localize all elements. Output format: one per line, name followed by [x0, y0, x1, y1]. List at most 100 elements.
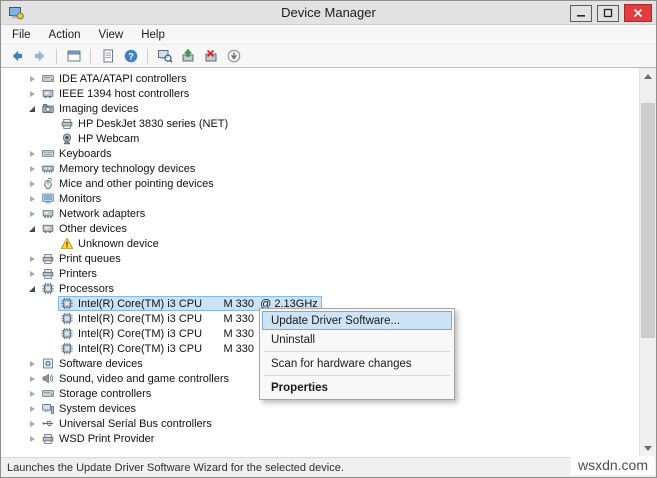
tree-item-imaging-devices[interactable]: Imaging devices [1, 101, 639, 116]
ide-controller-icon [41, 72, 55, 85]
tree-item-unknown-device[interactable]: Unknown device [1, 236, 639, 251]
back-arrow-icon [9, 48, 25, 64]
svg-text:?: ? [128, 51, 134, 61]
tree-item-label: HP DeskJet 3830 series (NET) [78, 118, 228, 130]
disable-button[interactable] [223, 46, 244, 66]
tree-item-universal-serial-bus-controllers[interactable]: Universal Serial Bus controllers [1, 416, 639, 431]
tree-item-label: Sound, video and game controllers [59, 373, 229, 385]
scan-hardware-button[interactable] [154, 46, 175, 66]
tree-item-label: Mice and other pointing devices [59, 178, 214, 190]
processor-icon [60, 327, 74, 340]
imaging-printer-icon [60, 117, 74, 130]
tree-item-content: Monitors [39, 191, 105, 206]
usb-controller-icon [41, 417, 55, 430]
expander-collapsed-icon[interactable] [25, 166, 39, 172]
tree-item-ieee-1394-host-controllers[interactable]: IEEE 1394 host controllers [1, 86, 639, 101]
menu-action[interactable]: Action [40, 27, 90, 43]
expander-collapsed-icon[interactable] [25, 271, 39, 277]
tree-item-system-devices[interactable]: System devices [1, 401, 639, 416]
tree-item-wsd-print-provider[interactable]: WSD Print Provider [1, 431, 639, 446]
tree-item-content: Universal Serial Bus controllers [39, 416, 216, 431]
tree-item-content: Keyboards [39, 146, 116, 161]
tree-item-content: Imaging devices [39, 101, 143, 116]
menu-file[interactable]: File [3, 27, 40, 43]
tree-item-content: Processors [39, 281, 118, 296]
menu-view[interactable]: View [90, 27, 133, 43]
uninstall-button[interactable] [200, 46, 221, 66]
scroll-down-button[interactable] [640, 440, 656, 457]
mouse-icon [41, 177, 55, 190]
expander-collapsed-icon[interactable] [25, 181, 39, 187]
expander-collapsed-icon[interactable] [25, 376, 39, 382]
tree-item-other-devices[interactable]: Other devices [1, 221, 639, 236]
tree-item-content: IDE ATA/ATAPI controllers [39, 71, 191, 86]
minimize-button[interactable] [570, 5, 592, 22]
update-driver-button[interactable] [177, 46, 198, 66]
memory-device-icon [41, 162, 55, 175]
tree-item-printers[interactable]: Printers [1, 266, 639, 281]
forward-button[interactable] [29, 46, 50, 66]
expander-collapsed-icon[interactable] [25, 436, 39, 442]
tree-item-content: WSD Print Provider [39, 431, 158, 446]
tree-item-keyboards[interactable]: Keyboards [1, 146, 639, 161]
expander-collapsed-icon[interactable] [25, 361, 39, 367]
maximize-button[interactable] [597, 5, 619, 22]
processor-icon [60, 342, 74, 355]
processor-icon [60, 312, 74, 325]
tree-item-memory-technology-devices[interactable]: Memory technology devices [1, 161, 639, 176]
expander-triangle [30, 211, 35, 217]
expander-expanded-icon[interactable] [25, 226, 39, 232]
close-button[interactable] [624, 4, 652, 22]
tree-item-hp-deskjet-3830-series-net[interactable]: HP DeskJet 3830 series (NET) [1, 116, 639, 131]
scrollbar-thumb[interactable] [641, 103, 655, 338]
scrollbar-track[interactable] [640, 85, 656, 440]
tree-item-content: Storage controllers [39, 386, 155, 401]
properties-button[interactable] [97, 46, 118, 66]
scroll-down-icon [644, 446, 652, 451]
status-bar: Launches the Update Driver Software Wiza… [1, 457, 656, 477]
context-menu-item-update-driver-software[interactable]: Update Driver Software... [262, 311, 452, 330]
expander-collapsed-icon[interactable] [25, 76, 39, 82]
other-devices-icon [41, 222, 55, 235]
tree-item-ide-ata-atapi-controllers[interactable]: IDE ATA/ATAPI controllers [1, 71, 639, 86]
expander-expanded-icon[interactable] [25, 106, 39, 112]
expander-collapsed-icon[interactable] [25, 421, 39, 427]
context-menu-item-properties[interactable]: Properties [262, 378, 452, 397]
titlebar[interactable]: Device Manager [1, 1, 656, 25]
tree-item-content: Mice and other pointing devices [39, 176, 218, 191]
tree-item-mice-and-other-pointing-devices[interactable]: Mice and other pointing devices [1, 176, 639, 191]
tree-item-hp-webcam[interactable]: HP Webcam [1, 131, 639, 146]
tree-item-network-adapters[interactable]: Network adapters [1, 206, 639, 221]
expander-triangle [30, 391, 35, 397]
expander-expanded-icon[interactable] [25, 286, 39, 292]
scroll-up-button[interactable] [640, 68, 656, 85]
tree-item-label: Processors [59, 283, 114, 295]
expander-triangle [30, 436, 35, 442]
console-tree-button[interactable] [63, 46, 84, 66]
tree-item-content: HP Webcam [58, 131, 143, 146]
expander-collapsed-icon[interactable] [25, 196, 39, 202]
back-button[interactable] [6, 46, 27, 66]
expander-collapsed-icon[interactable] [25, 91, 39, 97]
tree-item-monitors[interactable]: Monitors [1, 191, 639, 206]
expander-collapsed-icon[interactable] [25, 256, 39, 262]
scan-hardware-icon [157, 48, 173, 64]
expander-triangle [30, 361, 35, 367]
expander-triangle [29, 226, 35, 232]
monitor-icon [41, 192, 55, 205]
menu-help[interactable]: Help [132, 27, 174, 43]
expander-collapsed-icon[interactable] [25, 211, 39, 217]
context-menu-item-scan-for-hardware-changes[interactable]: Scan for hardware changes [262, 354, 452, 373]
tree-item-processors[interactable]: Processors [1, 281, 639, 296]
help-button[interactable]: ? [120, 46, 141, 66]
tree-item-print-queues[interactable]: Print queues [1, 251, 639, 266]
context-menu-item-uninstall[interactable]: Uninstall [262, 330, 452, 349]
expander-collapsed-icon[interactable] [25, 391, 39, 397]
tree-item-label: IDE ATA/ATAPI controllers [59, 73, 187, 85]
vertical-scrollbar[interactable] [639, 68, 656, 457]
expander-collapsed-icon[interactable] [25, 406, 39, 412]
context-menu-separator [264, 375, 450, 376]
tree-item-content: Print queues [39, 251, 125, 266]
help-icon: ? [123, 48, 139, 64]
expander-collapsed-icon[interactable] [25, 151, 39, 157]
